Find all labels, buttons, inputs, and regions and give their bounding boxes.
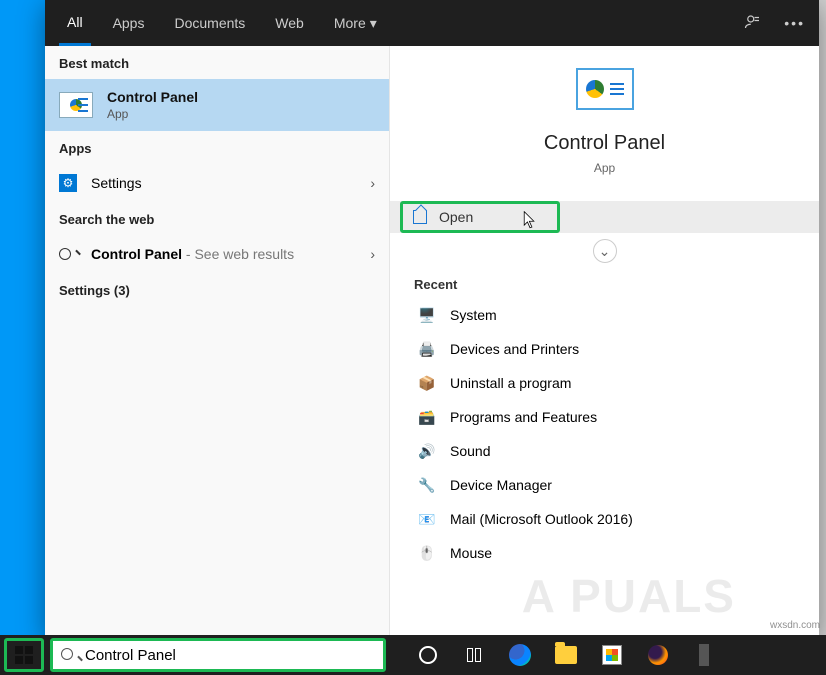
- task-view-icon: [467, 648, 481, 662]
- detail-title: Control Panel: [544, 132, 665, 155]
- overflow-icon[interactable]: •••: [784, 15, 805, 31]
- scope-tab-all[interactable]: All: [59, 0, 91, 46]
- recent-item-label: Uninstall a program: [450, 375, 571, 391]
- microsoft-store-icon: [602, 645, 622, 665]
- recent-item-label: Device Manager: [450, 477, 552, 493]
- scope-tab-documents[interactable]: Documents: [166, 0, 253, 46]
- gear-icon: ⚙: [59, 174, 77, 192]
- scope-tab-apps[interactable]: Apps: [105, 0, 153, 46]
- web-result-control-panel[interactable]: Control Panel - See web results ›: [45, 235, 389, 273]
- mouse-icon: 🖱️: [418, 544, 436, 562]
- task-view-button[interactable]: [458, 639, 490, 671]
- recent-item-device-manager[interactable]: 🔧 Device Manager: [414, 468, 795, 502]
- section-apps: Apps: [45, 131, 389, 164]
- cursor-icon: [523, 211, 537, 229]
- best-match-subtitle: App: [107, 107, 198, 121]
- search-scope-bar: All Apps Documents Web More ▾ •••: [45, 0, 819, 46]
- firefox-icon: [648, 645, 668, 665]
- search-icon: [61, 647, 79, 663]
- monitor-icon: 🖥️: [418, 306, 436, 324]
- uninstall-icon: 📦: [418, 374, 436, 392]
- apps-result-settings[interactable]: ⚙ Settings ›: [45, 164, 389, 202]
- recent-item-label: Mail (Microsoft Outlook 2016): [450, 511, 633, 527]
- recent-item-label: Devices and Printers: [450, 341, 579, 357]
- scope-label: Documents: [174, 15, 245, 31]
- recent-item-label: Programs and Features: [450, 409, 597, 425]
- section-settings-count[interactable]: Settings (3): [45, 273, 389, 306]
- feedback-icon[interactable]: [744, 13, 762, 34]
- section-web: Search the web: [45, 202, 389, 235]
- recent-item-programs-features[interactable]: 🗃️ Programs and Features: [414, 400, 795, 434]
- recent-item-mail[interactable]: 📧 Mail (Microsoft Outlook 2016): [414, 502, 795, 536]
- taskbar-app-explorer[interactable]: [550, 639, 582, 671]
- web-result-title: Control Panel: [91, 246, 182, 262]
- programs-icon: 🗃️: [418, 408, 436, 426]
- taskbar-search-input[interactable]: [85, 647, 375, 664]
- web-result-suffix: - See web results: [182, 246, 294, 262]
- recent-item-label: Mouse: [450, 545, 492, 561]
- chevron-right-icon: ›: [370, 246, 375, 262]
- taskbar: [0, 635, 826, 675]
- control-panel-icon: [59, 92, 93, 118]
- scope-label: More: [334, 15, 366, 31]
- recent-item-uninstall[interactable]: 📦 Uninstall a program: [414, 366, 795, 400]
- cortana-button[interactable]: [412, 639, 444, 671]
- best-match-title: Control Panel: [107, 89, 198, 105]
- windows-logo-icon: [15, 646, 33, 664]
- start-search-panel: All Apps Documents Web More ▾ ••• Best m…: [45, 0, 819, 636]
- detail-subtitle: App: [594, 161, 615, 175]
- results-column: Best match Control Panel App Apps ⚙ Sett…: [45, 46, 390, 636]
- open-button[interactable]: Open: [400, 201, 560, 233]
- recent-item-label: Sound: [450, 443, 490, 459]
- recent-item-label: System: [450, 307, 497, 323]
- search-icon: [59, 245, 77, 263]
- taskbar-search-box[interactable]: [50, 638, 386, 672]
- scope-label: All: [67, 14, 83, 30]
- chevron-down-icon: ▾: [370, 15, 377, 32]
- mail-icon: 📧: [418, 510, 436, 528]
- file-explorer-icon: [555, 646, 577, 664]
- open-icon: [413, 210, 427, 224]
- section-best-match: Best match: [45, 46, 389, 79]
- device-manager-icon: 🔧: [418, 476, 436, 494]
- unknown-app-icon: [699, 644, 709, 666]
- cortana-icon: [419, 646, 437, 664]
- apps-result-label: Settings: [91, 175, 142, 191]
- best-match-item[interactable]: Control Panel App: [45, 79, 389, 131]
- printer-icon: 🖨️: [418, 340, 436, 358]
- recent-label: Recent: [414, 277, 795, 298]
- open-label: Open: [439, 209, 473, 225]
- scope-tab-more[interactable]: More ▾: [326, 0, 385, 46]
- speaker-icon: 🔊: [418, 442, 436, 460]
- taskbar-app-firefox[interactable]: [642, 639, 674, 671]
- recent-item-sound[interactable]: 🔊 Sound: [414, 434, 795, 468]
- edge-icon: [509, 644, 531, 666]
- start-button[interactable]: [4, 638, 44, 672]
- detail-hero: Control Panel App: [390, 68, 819, 201]
- recent-item-mouse[interactable]: 🖱️ Mouse: [414, 536, 795, 570]
- scope-label: Web: [275, 15, 304, 31]
- taskbar-app-edge[interactable]: [504, 639, 536, 671]
- detail-column: Control Panel App Open ⌄ Recent 🖥️: [390, 46, 819, 636]
- recent-item-system[interactable]: 🖥️ System: [414, 298, 795, 332]
- scope-label: Apps: [113, 15, 145, 31]
- taskbar-app-store[interactable]: [596, 639, 628, 671]
- control-panel-icon-large: [576, 68, 634, 110]
- chevron-right-icon: ›: [370, 175, 375, 191]
- taskbar-app-unknown[interactable]: [688, 639, 720, 671]
- recent-item-devices-printers[interactable]: 🖨️ Devices and Printers: [414, 332, 795, 366]
- desktop-blue-edge: [0, 0, 45, 675]
- expand-chevron-button[interactable]: ⌄: [593, 239, 617, 263]
- scope-tab-web[interactable]: Web: [267, 0, 312, 46]
